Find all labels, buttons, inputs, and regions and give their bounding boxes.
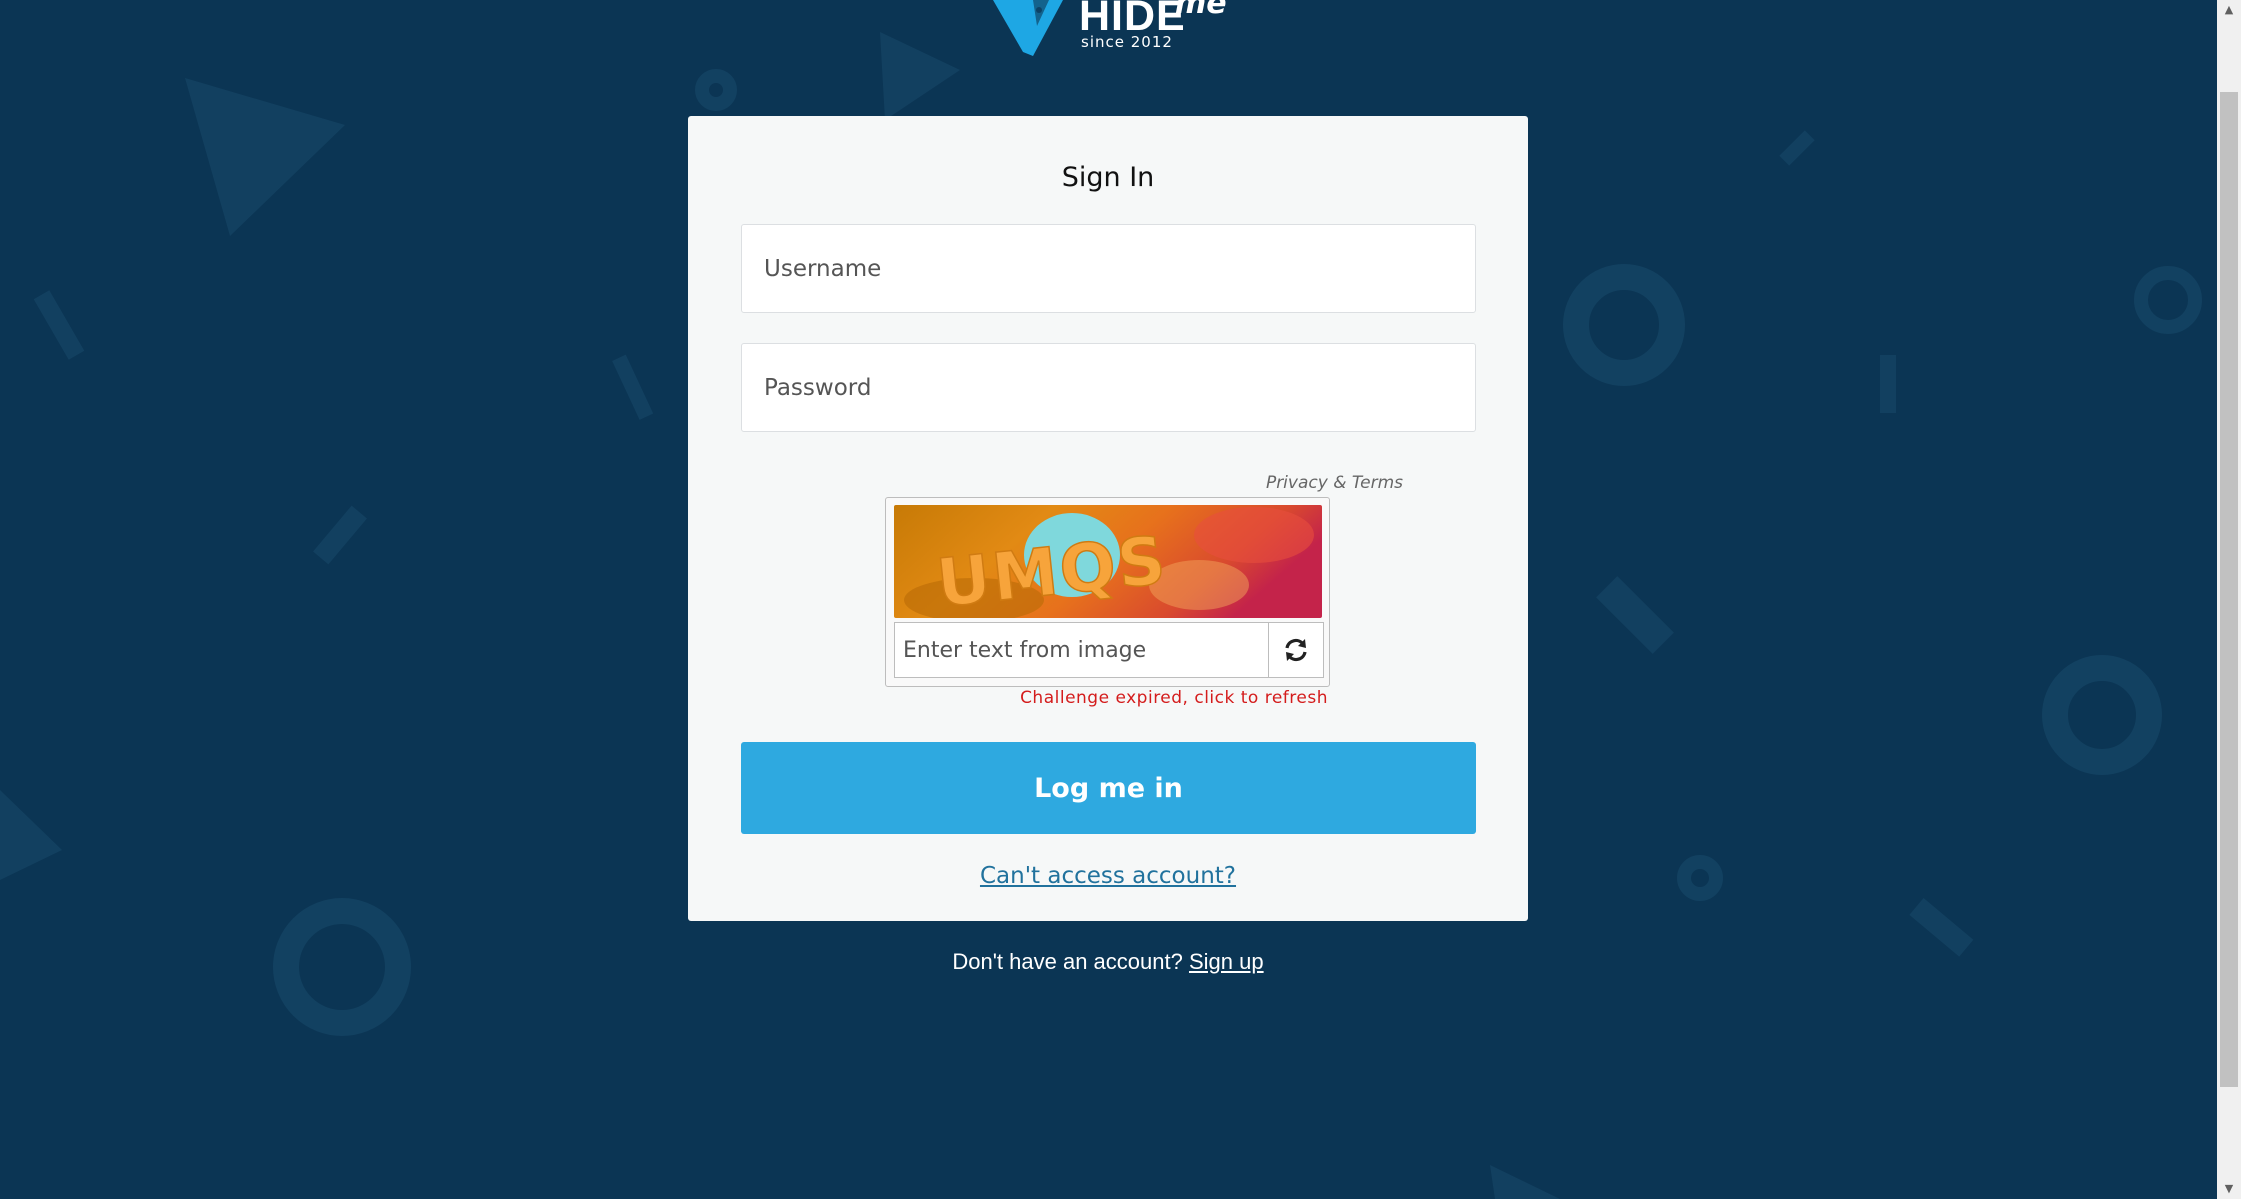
captcha-widget: UMQS (885, 497, 1330, 687)
captcha-input[interactable] (894, 622, 1268, 678)
logo-suffix: me (1175, 0, 1227, 21)
scroll-up-icon[interactable]: ▲ (2217, 0, 2241, 20)
logo-tagline: since 2012 (1081, 33, 1173, 51)
signup-link[interactable]: Sign up (1189, 949, 1264, 974)
login-button[interactable]: Log me in (741, 742, 1476, 834)
brand-logo[interactable]: HIDE me since 2012 (985, 0, 1230, 58)
captcha-refresh-button[interactable] (1268, 622, 1324, 678)
captcha-privacy-link[interactable]: Privacy & Terms (1181, 473, 1403, 493)
signup-row: Don't have an account? Sign up (688, 949, 1528, 975)
username-field[interactable] (741, 224, 1476, 313)
scrollbar-thumb[interactable] (2220, 92, 2238, 1087)
scroll-down-icon[interactable]: ▼ (2217, 1179, 2241, 1199)
captcha-image: UMQS (894, 505, 1322, 618)
password-field[interactable] (741, 343, 1476, 432)
vertical-scrollbar[interactable]: ▲ ▼ (2217, 0, 2241, 1199)
page-title: Sign In (1061, 162, 1155, 193)
cant-access-link[interactable]: Can't access account? (688, 863, 1528, 889)
refresh-icon (1285, 638, 1307, 662)
captcha-error-message[interactable]: Challenge expired, click to refresh (998, 688, 1328, 708)
signup-prompt: Don't have an account? (952, 949, 1183, 974)
logo-mark-icon (993, 0, 1063, 56)
signin-card: Sign In Privacy & Terms (688, 116, 1528, 921)
